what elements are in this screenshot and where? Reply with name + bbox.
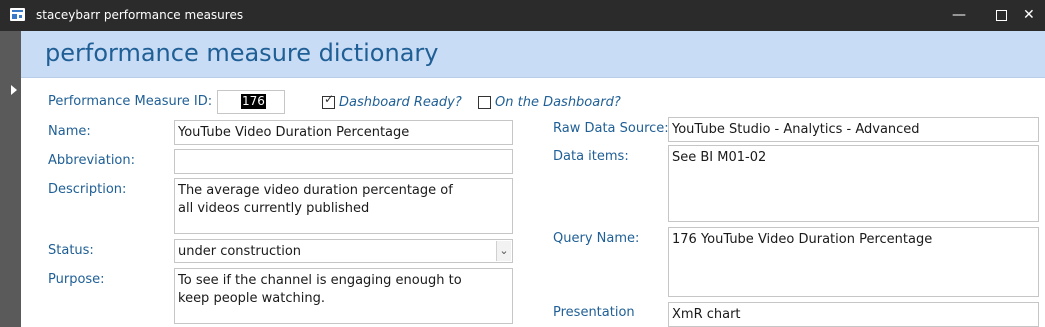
status-label: Status: [48,243,94,258]
data-items-label: Data items: [553,149,629,164]
maximize-button[interactable] [979,0,1023,31]
presentation-label: Presentation [553,305,635,320]
abbreviation-field[interactable] [174,149,513,174]
raw-data-source-field[interactable]: YouTube Studio - Analytics - Advanced [668,117,1039,142]
id-field[interactable]: 176 [217,90,285,114]
purpose-label: Purpose: [48,272,105,287]
checkmark-icon: ✓ [324,92,335,106]
close-icon: ✕ [1023,7,1035,23]
chevron-down-icon: ⌄ [499,244,509,257]
window-title: staceybarr performance measures [36,8,244,22]
abbreviation-label: Abbreviation: [48,153,136,168]
close-button[interactable]: ✕ [1023,0,1045,31]
id-value: 176 [241,94,266,109]
name-field[interactable]: YouTube Video Duration Percentage [174,120,513,145]
dashboard-ready-checkbox-box[interactable]: ✓ [322,92,335,109]
purpose-field[interactable]: To see if the channel is engaging enough… [174,268,513,324]
form-header: performance measure dictionary [21,31,1045,78]
record-selector-bar[interactable] [0,31,21,327]
on-dashboard-label: On the Dashboard? [495,95,621,110]
minimize-button[interactable]: — [937,0,981,31]
window-titlebar: staceybarr performance measures — ✕ [0,0,1045,31]
page-title: performance measure dictionary [45,39,439,67]
id-label: Performance Measure ID: [48,94,213,109]
raw-data-source-label: Raw Data Source: [553,121,669,136]
maximize-icon [995,9,1007,21]
status-value: under construction [178,244,302,259]
status-select[interactable]: under construction ⌄ [174,239,513,263]
current-record-arrow-icon [11,85,17,95]
status-dropdown-button[interactable]: ⌄ [496,241,511,261]
query-name-label: Query Name: [553,231,640,246]
description-field[interactable]: The average video duration percentage of… [174,178,513,234]
name-label: Name: [48,124,91,139]
data-items-field[interactable]: See BI M01-02 [668,145,1039,222]
on-dashboard-checkbox-box[interactable] [478,96,491,109]
dashboard-ready-label: Dashboard Ready? [339,95,462,110]
app-form-icon [10,8,25,21]
query-name-field[interactable]: 176 YouTube Video Duration Percentage [668,227,1039,297]
description-label: Description: [48,182,127,197]
presentation-field[interactable]: XmR chart [668,302,1039,327]
minimize-icon: — [952,7,966,23]
